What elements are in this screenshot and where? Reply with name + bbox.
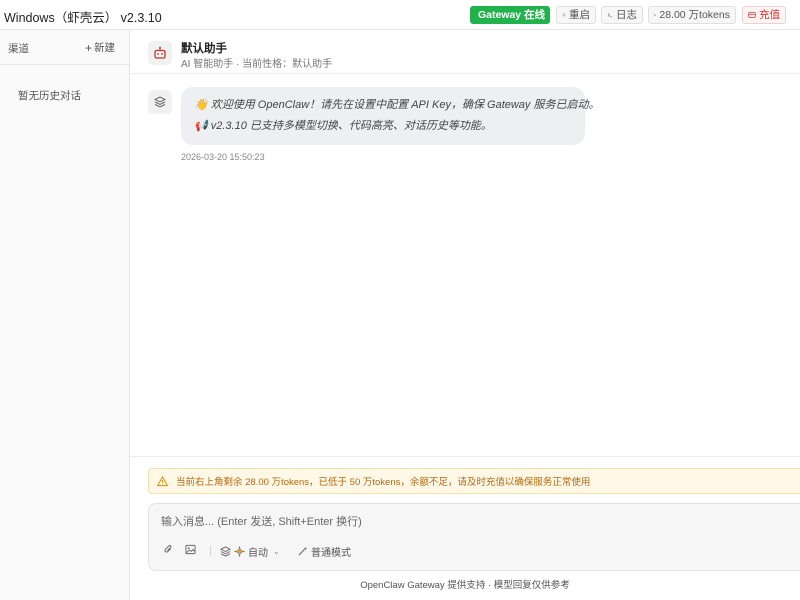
image-icon [185, 544, 196, 555]
wand-icon [298, 546, 308, 556]
restart-label: 重启 [569, 9, 590, 21]
message-composer: 自动 ⌄ 普通模式 [148, 503, 800, 571]
warning-icon [157, 475, 168, 486]
recharge-label: 充值 [759, 9, 780, 21]
sparkle-icon [234, 546, 245, 557]
wallet-icon [654, 14, 657, 16]
footer-note: OpenClaw Gateway 提供支持 · 模型回复仅供参考 [360, 580, 570, 591]
gateway-status-button[interactable]: Gateway 在线 [470, 6, 550, 24]
paperclip-icon [164, 545, 172, 553]
credit-card-icon [748, 12, 756, 18]
attach-button[interactable] [163, 544, 174, 555]
toolbar-divider [210, 546, 211, 556]
chevron-down-icon: ⌄ [273, 547, 280, 556]
bot-subtitle: AI 智能助手 · 当前性格：默认助手 [181, 59, 333, 70]
app-title: Windows（虾壳云） v2.3.10 [4, 11, 162, 25]
model-label: 自动 [248, 548, 268, 559]
restart-button[interactable]: 重启 [556, 6, 596, 24]
layers-icon [154, 96, 166, 108]
composer-area: 当前右上角剩余 28.00 万tokens，已低于 50 万tokens，余额不… [130, 456, 800, 600]
refresh-icon [562, 13, 566, 17]
mode-selector[interactable]: 普通模式 [297, 544, 351, 559]
mode-label: 普通模式 [311, 548, 351, 559]
empty-history-text: 暂无历史对话 [18, 90, 81, 102]
message-timestamp: 2026-03-20 15:50:23 [181, 152, 265, 162]
message-input[interactable] [161, 514, 661, 530]
low-balance-warning: 当前右上角剩余 28.00 万tokens，已低于 50 万tokens，余额不… [148, 468, 800, 494]
top-bar: Windows（虾壳云） v2.3.10 Gateway 在线 重启 日志 28… [0, 0, 800, 30]
logs-button[interactable]: 日志 [601, 6, 643, 24]
sidebar: 渠道 + 新建 暂无历史对话 [0, 30, 130, 600]
image-upload-button[interactable] [185, 544, 196, 555]
sidebar-header: 渠道 + 新建 [0, 30, 129, 65]
warning-text: 当前右上角剩余 28.00 万tokens，已低于 50 万tokens，余额不… [176, 477, 591, 488]
model-selector[interactable]: 自动 ⌄ [220, 544, 280, 559]
new-chat-label: 新建 [94, 42, 115, 54]
bot-avatar [148, 41, 172, 65]
tokens-label: 28.00 万tokens [659, 9, 730, 21]
assistant-avatar [148, 90, 172, 114]
recharge-button[interactable]: 充值 [742, 6, 786, 24]
message-line-2: 📢 v2.3.10 已支持多模型切换、代码高亮、对话历史等功能。 [194, 120, 492, 132]
logs-label: 日志 [616, 9, 637, 21]
robot-icon [154, 46, 166, 59]
chat-header: 默认助手 AI 智能助手 · 当前性格：默认助手 [130, 30, 800, 74]
tokens-balance-button[interactable]: 28.00 万tokens [648, 6, 736, 24]
assistant-message-bubble: 👋 欢迎使用 OpenClaw！请先在设置中配置 API Key，确保 Gate… [181, 87, 600, 145]
plus-icon: + [84, 40, 92, 55]
bot-name: 默认助手 [181, 43, 227, 55]
message-line-1: 👋 欢迎使用 OpenClaw！请先在设置中配置 API Key，确保 Gate… [194, 99, 600, 111]
gateway-status-label: Gateway 在线 [477, 9, 546, 21]
sidebar-title: 渠道 [8, 43, 29, 55]
new-chat-button[interactable]: + 新建 [85, 40, 115, 55]
layers-icon [220, 546, 231, 557]
chat-main: 默认助手 AI 智能助手 · 当前性格：默认助手 👋 欢迎使用 OpenClaw… [130, 30, 800, 600]
terminal-icon [607, 13, 612, 18]
